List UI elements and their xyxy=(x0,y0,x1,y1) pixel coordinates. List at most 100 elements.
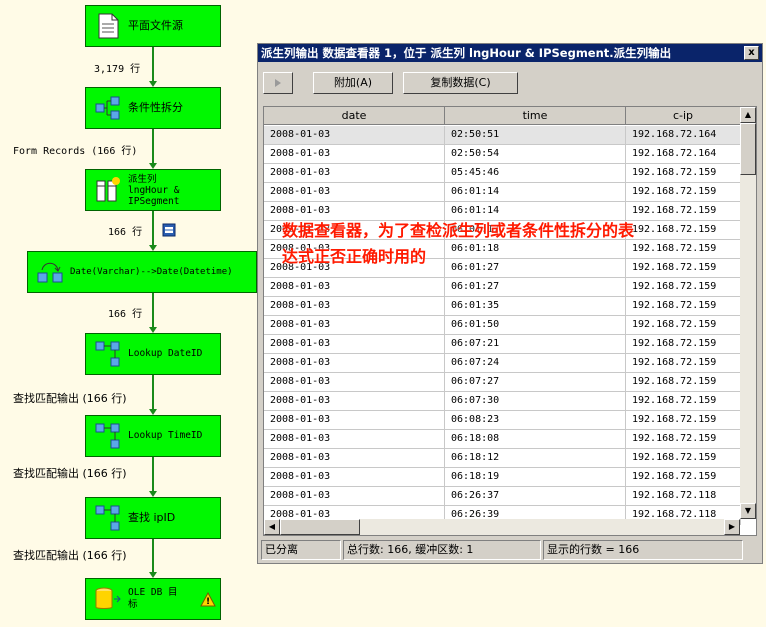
table-row[interactable]: 2008-01-03 06:01:27 192.168.72.159 xyxy=(264,278,741,297)
table-row[interactable]: 2008-01-03 02:50:51 192.168.72.164 xyxy=(264,126,741,145)
table-cell: 192.168.72.159 xyxy=(626,468,741,487)
status-totals: 总行数: 166, 缓冲区数: 1 xyxy=(343,540,541,560)
play-icon xyxy=(275,79,281,87)
table-cell: 2008-01-03 xyxy=(264,487,445,506)
table-cell: 02:50:51 xyxy=(445,126,626,145)
table-cell: 06:07:27 xyxy=(445,373,626,392)
table-row[interactable]: 2008-01-03 06:01:50 192.168.72.159 xyxy=(264,316,741,335)
table-cell: 2008-01-03 xyxy=(264,278,445,297)
table-cell: 192.168.72.164 xyxy=(626,126,741,145)
table-cell: 2008-01-03 xyxy=(264,164,445,183)
table-cell: 2008-01-03 xyxy=(264,297,445,316)
table-row[interactable]: 2008-01-03 06:01:35 192.168.72.159 xyxy=(264,297,741,316)
table-cell: 2008-01-03 xyxy=(264,316,445,335)
table-cell: 06:08:23 xyxy=(445,411,626,430)
scroll-up-button[interactable]: ▲ xyxy=(740,107,756,123)
table-row[interactable]: 2008-01-03 06:26:37 192.168.72.118 xyxy=(264,487,741,506)
lookup-ipid-node[interactable]: 查找 ipID xyxy=(85,497,221,539)
table-cell: 06:26:37 xyxy=(445,487,626,506)
table-cell: 06:07:21 xyxy=(445,335,626,354)
table-row[interactable]: 2008-01-03 06:07:24 192.168.72.159 xyxy=(264,354,741,373)
table-cell: 06:07:30 xyxy=(445,392,626,411)
column-header-time[interactable]: time xyxy=(445,107,626,125)
derived-column-node[interactable]: 派生列 lngHour & IPSegment xyxy=(85,169,221,211)
table-cell: 192.168.72.159 xyxy=(626,164,741,183)
node-label: 平面文件源 xyxy=(128,19,183,32)
table-cell: 06:18:12 xyxy=(445,449,626,468)
column-header-cip[interactable]: c-ip xyxy=(626,107,741,125)
path-arrow xyxy=(149,163,157,169)
table-row[interactable]: 2008-01-03 06:07:21 192.168.72.159 xyxy=(264,335,741,354)
scroll-right-button[interactable]: ▶ xyxy=(724,519,740,535)
table-cell: 192.168.72.159 xyxy=(626,411,741,430)
scroll-thumb[interactable] xyxy=(740,123,756,175)
table-cell: 06:01:35 xyxy=(445,297,626,316)
copy-data-button[interactable]: 复制数据(C) xyxy=(403,72,518,94)
path-line[interactable] xyxy=(152,47,154,81)
table-cell: 192.168.72.164 xyxy=(626,145,741,164)
table-cell: 192.168.72.159 xyxy=(626,335,741,354)
table-cell: 192.168.72.159 xyxy=(626,240,741,259)
horizontal-scrollbar[interactable]: ◀ ▶ xyxy=(264,519,740,535)
path-line[interactable] xyxy=(152,211,154,245)
path-line[interactable] xyxy=(152,457,154,491)
node-label: Lookup TimeID xyxy=(128,430,203,441)
path-label: Form Records (166 行) xyxy=(13,146,138,157)
lookup-timeid-node[interactable]: Lookup TimeID xyxy=(85,415,221,457)
table-cell: 06:18:08 xyxy=(445,430,626,449)
path-line[interactable] xyxy=(152,293,154,327)
path-label: 166 行 xyxy=(108,309,143,320)
path-line[interactable] xyxy=(152,375,154,409)
conditional-split-node[interactable]: 条件性拆分 xyxy=(85,87,221,129)
lookup-dateid-node[interactable]: Lookup DateID xyxy=(85,333,221,375)
table-row[interactable]: 2008-01-03 06:07:27 192.168.72.159 xyxy=(264,373,741,392)
grid-rows: 2008-01-03 02:50:51 192.168.72.164 2008-01-… xyxy=(264,126,741,525)
scroll-down-button[interactable]: ▼ xyxy=(740,503,756,519)
grid-header: date time c-ip xyxy=(264,107,741,125)
table-row[interactable]: 2008-01-03 05:45:46 192.168.72.159 xyxy=(264,164,741,183)
window-titlebar[interactable]: 派生列输出 数据查看器 1，位于 派生列 lngHour & IPSegment… xyxy=(258,44,762,62)
vertical-scrollbar[interactable]: ▲ ▼ xyxy=(740,107,756,519)
path-line[interactable] xyxy=(152,129,154,163)
table-cell: 192.168.72.159 xyxy=(626,354,741,373)
node-label: OLE DB 目 标 xyxy=(128,587,178,610)
window-title: 派生列输出 数据查看器 1，位于 派生列 lngHour & IPSegment… xyxy=(261,46,672,60)
path-arrow xyxy=(149,245,157,251)
svg-text:!: ! xyxy=(206,597,210,607)
path-arrow xyxy=(149,81,157,87)
status-detached: 已分离 xyxy=(261,540,341,560)
database-icon xyxy=(94,585,122,613)
table-cell: 192.168.72.118 xyxy=(626,487,741,506)
table-row[interactable]: 2008-01-03 02:50:54 192.168.72.164 xyxy=(264,145,741,164)
table-cell: 2008-01-03 xyxy=(264,449,445,468)
table-row[interactable]: 2008-01-03 06:07:30 192.168.72.159 xyxy=(264,392,741,411)
table-row[interactable]: 2008-01-03 06:18:19 192.168.72.159 xyxy=(264,468,741,487)
table-row[interactable]: 2008-01-03 06:18:08 192.168.72.159 xyxy=(264,430,741,449)
table-row[interactable]: 2008-01-03 06:08:23 192.168.72.159 xyxy=(264,411,741,430)
table-row[interactable]: 2008-01-03 06:18:12 192.168.72.159 xyxy=(264,449,741,468)
data-conversion-node[interactable]: Date(Varchar)-->Date(Datetime) xyxy=(27,251,257,293)
table-row[interactable]: 2008-01-03 06:01:14 192.168.72.159 xyxy=(264,183,741,202)
table-cell: 192.168.72.159 xyxy=(626,316,741,335)
path-line[interactable] xyxy=(152,539,154,572)
data-grid[interactable]: date time c-ip 2008-01-03 02:50:51 192.168… xyxy=(263,106,757,536)
data-viewer-window: 派生列输出 数据查看器 1，位于 派生列 lngHour & IPSegment… xyxy=(257,43,763,564)
data-viewer-icon[interactable] xyxy=(162,223,176,240)
scroll-left-button[interactable]: ◀ xyxy=(264,519,280,535)
node-label: 派生列 lngHour & IPSegment xyxy=(128,173,180,207)
column-header-date[interactable]: date xyxy=(264,107,445,125)
node-label: Date(Varchar)-->Date(Datetime) xyxy=(70,267,233,277)
oledb-destination-node[interactable]: OLE DB 目 标 ! xyxy=(85,578,221,620)
table-cell: 02:50:54 xyxy=(445,145,626,164)
play-button[interactable] xyxy=(263,72,293,94)
close-button[interactable]: x xyxy=(744,46,759,60)
attach-button[interactable]: 附加(A) xyxy=(313,72,393,94)
table-cell: 2008-01-03 xyxy=(264,354,445,373)
flat-file-source-node[interactable]: 平面文件源 xyxy=(85,5,221,47)
table-cell: 192.168.72.159 xyxy=(626,297,741,316)
lookup-icon xyxy=(94,422,122,450)
table-cell: 06:01:50 xyxy=(445,316,626,335)
node-label: 查找 ipID xyxy=(128,511,176,524)
scroll-thumb[interactable] xyxy=(280,519,360,535)
path-arrow xyxy=(149,409,157,415)
